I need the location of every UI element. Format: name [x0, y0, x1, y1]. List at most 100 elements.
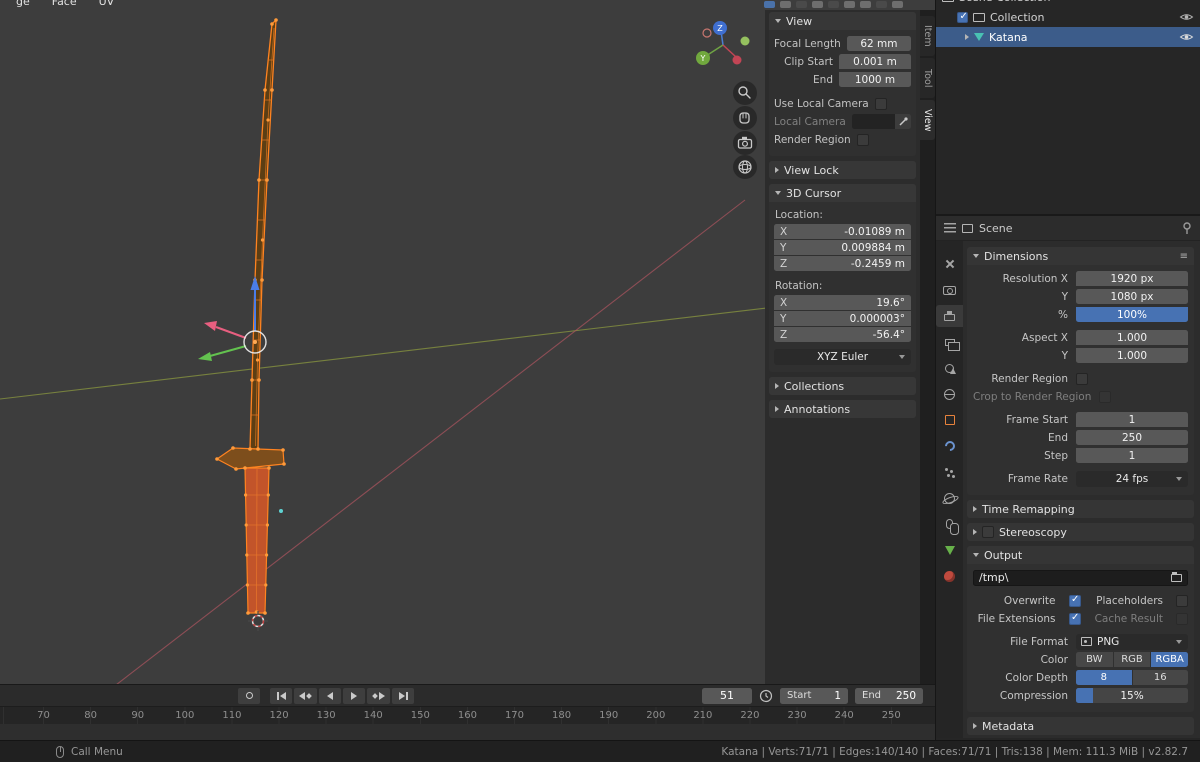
collection-checkbox[interactable]	[957, 11, 968, 23]
sidebar-tab-tool[interactable]: Tool	[920, 58, 935, 98]
outliner-row-katana[interactable]: Katana	[936, 27, 1200, 47]
properties-tab-particles[interactable]	[936, 461, 963, 483]
proportional-edit-icon[interactable]	[796, 1, 807, 8]
current-frame-field[interactable]: 51	[702, 687, 752, 704]
aspect-y-field[interactable]: 1.000	[1076, 348, 1188, 363]
properties-tab-tool[interactable]	[936, 253, 963, 275]
color-rgba-button[interactable]: RGBA	[1151, 652, 1189, 667]
resolution-percent-slider[interactable]: 100%	[1076, 307, 1188, 322]
frame-step-field[interactable]: 1	[1076, 448, 1188, 463]
gizmo-neg-x-axis[interactable]	[702, 28, 712, 38]
rotation-mode-dropdown[interactable]: XYZ Euler	[774, 349, 911, 365]
visibility-eye-icon[interactable]	[1179, 12, 1194, 22]
time-remapping-panel-header[interactable]: Time Remapping	[967, 500, 1194, 518]
3d-viewport[interactable]: Z Y ge Face UV View Focal Length 62 mm C…	[0, 0, 935, 684]
stereoscopy-checkbox[interactable]	[982, 526, 994, 538]
jump-to-start-button[interactable]	[270, 687, 292, 704]
properties-tab-material[interactable]	[936, 565, 963, 587]
properties-tab-render[interactable]	[936, 279, 963, 301]
cursor-rotation-x-field[interactable]: X 19.6°	[774, 295, 911, 310]
editor-type-icon[interactable]	[944, 223, 956, 233]
jump-to-end-button[interactable]	[392, 687, 414, 704]
collections-panel-header[interactable]: Collections	[769, 377, 916, 395]
auto-keying-button[interactable]	[238, 687, 260, 704]
crop-render-region-checkbox[interactable]	[1099, 390, 1112, 403]
next-keyframe-button[interactable]	[367, 687, 390, 704]
overwrite-checkbox[interactable]	[1068, 594, 1081, 607]
prev-keyframe-button[interactable]	[294, 687, 317, 704]
depth-16-button[interactable]: 16	[1132, 670, 1188, 685]
dimensions-panel-header[interactable]: Dimensions ≡	[967, 247, 1194, 265]
render-region-checkbox[interactable]	[1076, 372, 1088, 385]
expand-caret-icon[interactable]	[965, 34, 969, 40]
sidebar-tab-view[interactable]: View	[920, 100, 935, 140]
clip-end-field[interactable]: 1000 m	[839, 72, 911, 87]
metadata-panel-header[interactable]: Metadata	[967, 717, 1194, 735]
properties-tab-view-layer[interactable]	[936, 331, 963, 353]
menu-face[interactable]: Face	[52, 0, 77, 8]
frame-end-field[interactable]: 250	[1076, 430, 1188, 445]
placeholders-checkbox[interactable]	[1176, 594, 1188, 607]
local-camera-field[interactable]	[851, 114, 895, 129]
cursor-location-z-field[interactable]: Z -0.2459 m	[774, 256, 911, 271]
zoom-tool-button[interactable]	[733, 81, 757, 105]
color-rgb-button[interactable]: RGB	[1113, 652, 1151, 667]
frame-rate-dropdown[interactable]: 24 fps	[1076, 470, 1188, 487]
aspect-x-field[interactable]: 1.000	[1076, 330, 1188, 345]
ortho-toggle-button[interactable]	[733, 155, 757, 179]
overlays-icon[interactable]	[860, 1, 871, 8]
3d-cursor-panel-header[interactable]: 3D Cursor	[769, 184, 916, 202]
properties-tab-world[interactable]	[936, 383, 963, 405]
view-panel-header[interactable]: View	[769, 12, 916, 30]
properties-tab-scene[interactable]	[936, 357, 963, 379]
properties-tab-modifiers[interactable]	[936, 435, 963, 457]
output-panel-header[interactable]: Output	[967, 546, 1194, 564]
frame-start-field[interactable]: Start 1	[780, 687, 848, 704]
properties-tab-constraints[interactable]	[936, 513, 963, 535]
use-local-camera-checkbox[interactable]	[874, 97, 887, 110]
depth-8-button[interactable]: 8	[1076, 670, 1132, 685]
outliner-row-collection[interactable]: Collection	[936, 7, 1200, 27]
snap-icon[interactable]	[780, 1, 791, 8]
visibility-eye-icon[interactable]	[1179, 32, 1194, 42]
header-icon[interactable]	[812, 1, 823, 8]
play-reverse-button[interactable]	[319, 687, 341, 704]
menu-uv[interactable]: UV	[99, 0, 115, 8]
timeline-track-area[interactable]	[0, 724, 935, 740]
navigation-gizmo[interactable]: Z Y	[696, 21, 750, 65]
properties-tab-output[interactable]	[936, 305, 963, 327]
resolution-x-field[interactable]: 1920 px	[1076, 271, 1188, 286]
annotations-panel-header[interactable]: Annotations	[769, 400, 916, 418]
transform-orientation-icon[interactable]	[764, 1, 775, 8]
color-bw-button[interactable]: BW	[1076, 652, 1113, 667]
header-icon[interactable]	[892, 1, 903, 8]
header-icon[interactable]	[844, 1, 855, 8]
render-region-checkbox[interactable]	[856, 133, 869, 146]
file-format-dropdown[interactable]: PNG	[1076, 633, 1188, 650]
view-lock-panel-header[interactable]: View Lock	[769, 161, 916, 179]
outliner-row-scene-collection[interactable]: Scene Collection	[936, 0, 1200, 7]
cursor-location-x-field[interactable]: X -0.01089 m	[774, 224, 911, 239]
frame-start-field[interactable]: 1	[1076, 412, 1188, 427]
shading-icon[interactable]	[876, 1, 887, 8]
folder-icon[interactable]	[1171, 571, 1182, 582]
gizmo-x-axis[interactable]	[732, 55, 742, 65]
menu-edge[interactable]: ge	[16, 0, 30, 8]
focal-length-field[interactable]: 62 mm	[846, 36, 911, 51]
use-preview-range-clock-icon[interactable]	[759, 689, 773, 703]
eyedropper-button[interactable]	[895, 114, 911, 129]
properties-tab-physics[interactable]	[936, 487, 963, 509]
cache-result-checkbox[interactable]	[1176, 612, 1188, 625]
presets-icon[interactable]: ≡	[1180, 251, 1188, 262]
clip-start-field[interactable]: 0.001 m	[839, 54, 911, 69]
stereoscopy-panel-header[interactable]: Stereoscopy	[967, 523, 1194, 541]
properties-tab-object[interactable]	[936, 409, 963, 431]
compression-slider[interactable]: 15%	[1076, 688, 1188, 703]
resolution-y-field[interactable]: 1080 px	[1076, 289, 1188, 304]
cursor-location-y-field[interactable]: Y 0.009884 m	[774, 240, 911, 255]
play-button[interactable]	[343, 687, 365, 704]
cursor-rotation-y-field[interactable]: Y 0.000003°	[774, 311, 911, 326]
frame-end-field[interactable]: End 250	[855, 687, 923, 704]
gizmo-neg-y-axis[interactable]	[740, 36, 750, 46]
cursor-rotation-z-field[interactable]: Z -56.4°	[774, 327, 911, 342]
